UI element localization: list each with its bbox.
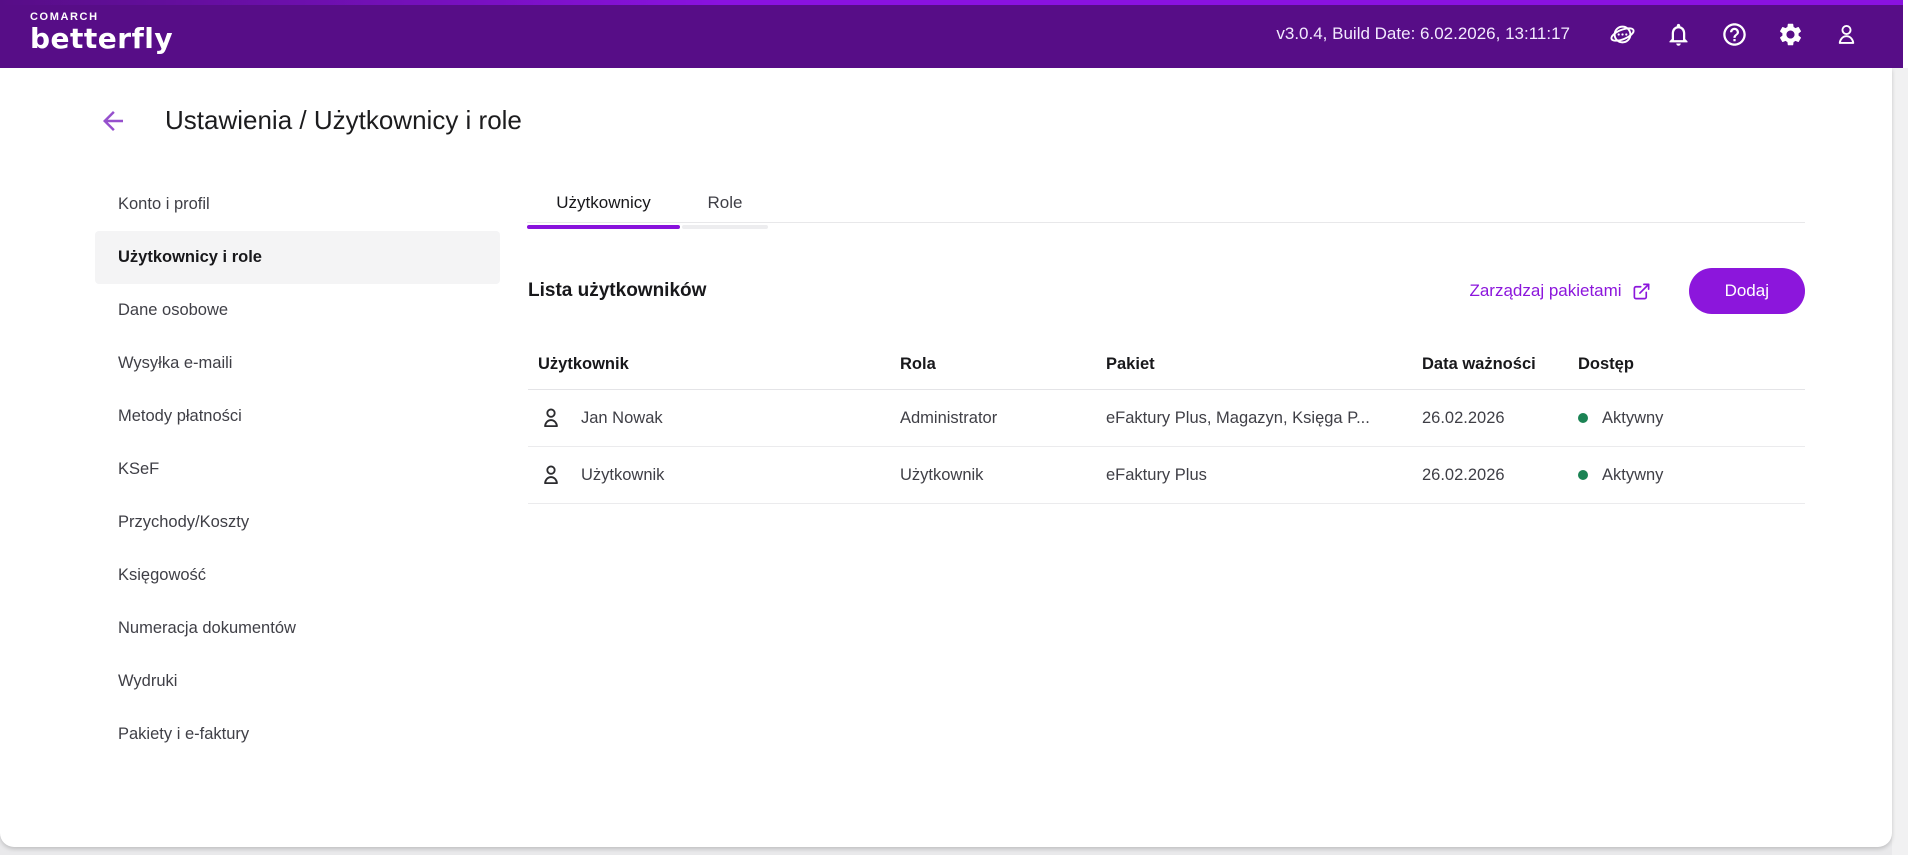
manage-packages-label: Zarządzaj pakietami — [1469, 281, 1621, 301]
table-header-row: Użytkownik Rola Pakiet Data ważności Dos… — [528, 340, 1805, 390]
settings-icon[interactable] — [1777, 21, 1804, 48]
user-avatar-icon — [538, 405, 564, 431]
brand-product: betterfly — [30, 24, 173, 54]
sidebar-item-numeracja-dokumentow[interactable]: Numeracja dokumentów — [95, 602, 500, 655]
sidebar-item-przychody-koszty[interactable]: Przychody/Koszty — [95, 496, 500, 549]
column-header-data-waznosci: Data ważności — [1422, 355, 1578, 374]
status-label: Aktywny — [1602, 409, 1663, 428]
user-avatar-icon — [538, 462, 564, 488]
version-text: v3.0.4, Build Date: 6.02.2026, 13:11:17 — [1276, 24, 1570, 44]
tab-label: Użytkownicy — [527, 185, 680, 225]
access-cell: Aktywny — [1578, 409, 1805, 428]
section-header: Lista użytkowników Zarządzaj pakietami D… — [528, 266, 1805, 316]
status-dot — [1578, 470, 1588, 480]
sidebar-item-uzytkownicy-i-role[interactable]: Użytkownicy i role — [95, 231, 500, 284]
add-user-button[interactable]: Dodaj — [1689, 268, 1805, 314]
profile-icon[interactable] — [1833, 21, 1860, 48]
package-cell: eFaktury Plus, Magazyn, Księga P... — [1106, 409, 1422, 428]
settings-sidebar: Konto i profil Użytkownicy i role Dane o… — [95, 178, 500, 761]
sidebar-item-wydruki[interactable]: Wydruki — [95, 655, 500, 708]
brand-logo[interactable]: COMARCH betterfly — [30, 10, 173, 54]
section-title: Lista użytkowników — [528, 280, 706, 302]
assistant-icon[interactable] — [1609, 21, 1636, 48]
valid-until-cell: 26.02.2026 — [1422, 409, 1578, 428]
app-screen: COMARCH betterfly v3.0.4, Build Date: 6.… — [0, 0, 1908, 855]
status-dot — [1578, 413, 1588, 423]
external-link-icon — [1632, 282, 1651, 301]
topbar-actions: v3.0.4, Build Date: 6.02.2026, 13:11:17 — [1276, 0, 1860, 68]
valid-until-cell: 26.02.2026 — [1422, 466, 1578, 485]
scroll-gutter[interactable] — [1892, 68, 1908, 855]
notifications-icon[interactable] — [1665, 21, 1692, 48]
sidebar-item-ksef[interactable]: KSeF — [95, 443, 500, 496]
manage-packages-link[interactable]: Zarządzaj pakietami — [1469, 281, 1650, 301]
user-cell: Jan Nowak — [528, 405, 900, 431]
column-header-uzytkownik: Użytkownik — [528, 355, 900, 374]
user-name: Jan Nowak — [581, 409, 663, 428]
sidebar-item-pakiety-i-e-faktury[interactable]: Pakiety i e-faktury — [95, 708, 500, 761]
help-icon[interactable] — [1721, 21, 1748, 48]
tab-label: Role — [682, 185, 768, 225]
role-cell: Administrator — [900, 409, 1106, 428]
section-actions: Zarządzaj pakietami Dodaj — [1469, 268, 1805, 314]
sidebar-item-dane-osobowe[interactable]: Dane osobowe — [95, 284, 500, 337]
tabs-divider — [527, 222, 1805, 223]
user-name: Użytkownik — [581, 466, 664, 485]
access-cell: Aktywny — [1578, 466, 1805, 485]
sidebar-item-metody-platnosci[interactable]: Metody płatności — [95, 390, 500, 443]
table-row[interactable]: Jan Nowak Administrator eFaktury Plus, M… — [528, 390, 1805, 447]
status-label: Aktywny — [1602, 466, 1663, 485]
table-row[interactable]: Użytkownik Użytkownik eFaktury Plus 26.0… — [528, 447, 1805, 504]
column-header-pakiet: Pakiet — [1106, 355, 1422, 374]
column-header-rola: Rola — [900, 355, 1106, 374]
tab-inactive-underline — [682, 225, 768, 229]
arrow-left-icon — [98, 106, 128, 136]
column-header-dostep: Dostęp — [1578, 355, 1805, 374]
package-cell: eFaktury Plus — [1106, 466, 1422, 485]
sidebar-item-wysylka-e-maili[interactable]: Wysyłka e-maili — [95, 337, 500, 390]
tab-active-underline — [527, 225, 680, 229]
back-button[interactable] — [96, 104, 130, 138]
sidebar-item-konto-i-profil[interactable]: Konto i profil — [95, 178, 500, 231]
users-table: Użytkownik Rola Pakiet Data ważności Dos… — [528, 340, 1805, 504]
top-bar: COMARCH betterfly v3.0.4, Build Date: 6.… — [0, 0, 1903, 68]
page-title: Ustawienia / Użytkownicy i role — [165, 105, 522, 136]
content-card: Ustawienia / Użytkownicy i role Konto i … — [0, 68, 1892, 847]
role-cell: Użytkownik — [900, 466, 1106, 485]
sidebar-item-ksiegowosc[interactable]: Księgowość — [95, 549, 500, 602]
user-cell: Użytkownik — [528, 462, 900, 488]
